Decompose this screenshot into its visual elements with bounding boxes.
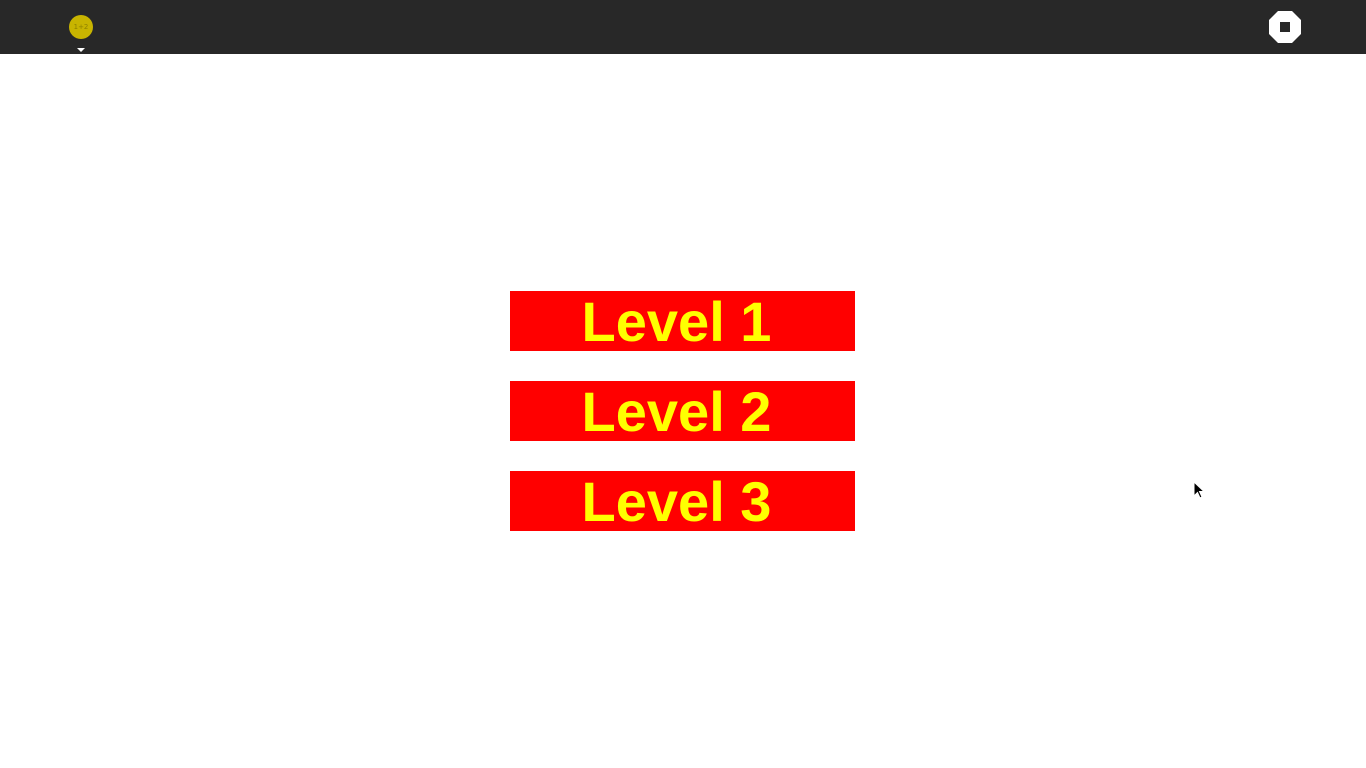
activity-button[interactable]: 1+2: [66, 12, 96, 54]
stop-button[interactable]: [1268, 10, 1302, 44]
level-1-button[interactable]: Level 1: [510, 291, 855, 351]
level-2-button[interactable]: Level 2: [510, 381, 855, 441]
mouse-pointer-icon: [1193, 481, 1205, 499]
toolbar: 1+2: [0, 0, 1366, 54]
level-menu: Level 1 Level 2 Level 3: [510, 291, 855, 561]
activity-icon: 1+2: [69, 15, 93, 39]
level-3-button[interactable]: Level 3: [510, 471, 855, 531]
chevron-down-icon: [77, 48, 85, 52]
stop-icon: [1269, 11, 1301, 43]
